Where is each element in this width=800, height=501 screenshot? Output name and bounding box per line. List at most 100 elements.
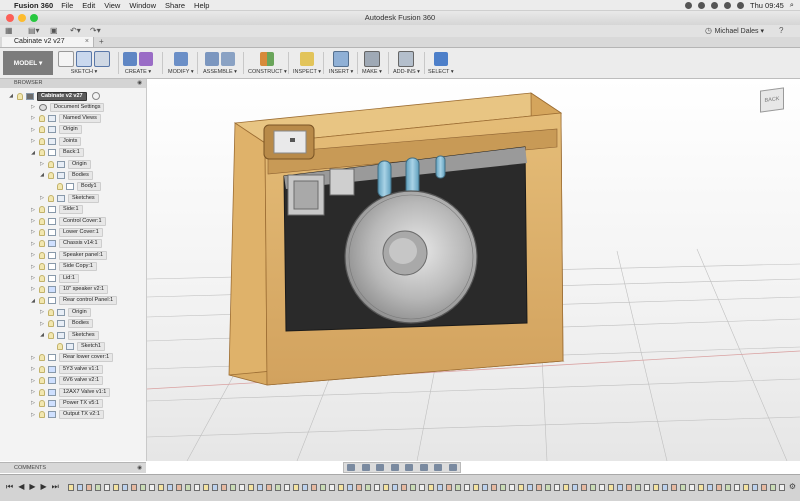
viewports-icon[interactable] [448, 464, 457, 471]
fit-icon[interactable] [405, 464, 414, 471]
tree-item[interactable]: ▷ 10" speaker v2:1 [30, 284, 109, 294]
timeline-feature-icon[interactable] [455, 484, 461, 491]
timeline-feature-icon[interactable] [482, 484, 488, 491]
timeline-feature-icon[interactable] [770, 484, 776, 491]
3d-print-icon[interactable] [363, 50, 380, 67]
expand-arrow-icon[interactable]: ▷ [30, 378, 36, 384]
timeline-feature-icon[interactable] [176, 484, 182, 491]
expand-arrow-icon[interactable]: ▷ [39, 321, 45, 327]
timeline-feature-icon[interactable] [473, 484, 479, 491]
grid-settings-icon[interactable] [434, 464, 443, 471]
expand-arrow-icon[interactable]: ▷ [30, 138, 36, 144]
select-cursor-icon[interactable] [433, 51, 448, 66]
close-tab-icon[interactable]: × [85, 37, 89, 47]
timeline-feature-icon[interactable] [194, 484, 200, 491]
panel-collapse-icon[interactable]: ◉ [137, 79, 142, 88]
timeline-feature-icon[interactable] [203, 484, 209, 491]
timeline-feature-icon[interactable] [446, 484, 452, 491]
tree-item[interactable]: ◢ Bodies [39, 170, 93, 180]
tree-item[interactable]: ▷ Lower Cover:1 [30, 227, 103, 237]
offset-plane-icon[interactable] [260, 51, 275, 66]
comments-panel[interactable]: COMMENTS ◉ [0, 462, 146, 473]
menu-file[interactable]: File [61, 1, 73, 10]
go-to-end-icon[interactable]: ⏭ [52, 482, 59, 492]
timeline-feature-icon[interactable] [284, 484, 290, 491]
expand-arrow-icon[interactable]: ▷ [30, 412, 36, 418]
scripts-addins-icon[interactable] [398, 50, 415, 67]
expand-arrow-icon[interactable]: ▷ [30, 366, 36, 372]
timeline-feature-icon[interactable] [554, 484, 560, 491]
tree-item[interactable]: ▷ Power TX v5:1 [30, 398, 103, 408]
timeline-feature-icon[interactable] [104, 484, 110, 491]
line-icon[interactable] [76, 50, 92, 67]
select-group[interactable]: SELECT ▾ [428, 50, 454, 77]
press-pull-icon[interactable] [173, 51, 188, 66]
box-icon[interactable] [123, 51, 137, 66]
timeline-feature-icon[interactable] [671, 484, 677, 491]
create-menu[interactable]: CREATE ▾ [125, 69, 151, 75]
visibility-bulb-icon[interactable] [57, 183, 63, 191]
tree-root[interactable]: ◢ Cabinate v2 v27 [8, 91, 100, 101]
timeline-feature-icon[interactable] [428, 484, 434, 491]
timeline-feature-icon[interactable] [464, 484, 470, 491]
viewport-canvas[interactable]: BACK [147, 79, 800, 461]
menu-clock[interactable]: Thu 09:45 [750, 1, 784, 10]
visibility-bulb-icon[interactable] [39, 274, 45, 282]
tree-item[interactable]: ▷ Joints [30, 136, 82, 146]
menu-window[interactable]: Window [129, 1, 156, 10]
tree-item[interactable]: Sketch1 [48, 341, 105, 351]
visibility-bulb-icon[interactable] [39, 263, 45, 271]
view-cube-face[interactable]: BACK [760, 87, 784, 113]
timeline-feature-icon[interactable] [635, 484, 641, 491]
timeline-feature-icon[interactable] [761, 484, 767, 491]
timeline-feature-icon[interactable] [77, 484, 83, 491]
collapse-arrow-icon[interactable]: ◢ [8, 93, 14, 99]
timeline-feature-icon[interactable] [734, 484, 740, 491]
menu-share[interactable]: Share [165, 1, 185, 10]
help-icon[interactable]: ? [779, 26, 783, 35]
inspect-group[interactable]: INSPECT ▾ [293, 50, 321, 77]
timeline-feature-icon[interactable] [338, 484, 344, 491]
timeline-feature-icon[interactable] [653, 484, 659, 491]
expand-arrow-icon[interactable]: ▷ [30, 400, 36, 406]
job-status-icon[interactable]: ◷ [705, 26, 712, 35]
timeline-feature-icon[interactable] [437, 484, 443, 491]
go-to-start-icon[interactable]: ⏮ [6, 482, 13, 492]
modify-group[interactable]: MODIFY ▾ [168, 50, 194, 77]
expand-arrow-icon[interactable]: ▷ [30, 286, 36, 292]
timeline-feature-icon[interactable] [140, 484, 146, 491]
timeline-feature-icon[interactable] [644, 484, 650, 491]
look-at-icon[interactable] [361, 464, 370, 471]
timeline-feature-icon[interactable] [212, 484, 218, 491]
visibility-bulb-icon[interactable] [48, 320, 54, 328]
modify-menu[interactable]: MODIFY ▾ [168, 69, 194, 75]
timeline-settings-icon[interactable]: ⚙ [789, 482, 796, 491]
tree-item[interactable]: ▷ Chassis v14:1 [30, 239, 102, 249]
menu-view[interactable]: View [104, 1, 120, 10]
timeline-feature-icon[interactable] [329, 484, 335, 491]
timeline-feature-icon[interactable] [590, 484, 596, 491]
expand-arrow-icon[interactable]: ▷ [30, 207, 36, 213]
status-icon[interactable] [685, 1, 693, 9]
tree-item[interactable]: ◢ Rear control Panel:1 [30, 296, 118, 306]
timeline-feature-icon[interactable] [356, 484, 362, 491]
timeline-feature-icon[interactable] [68, 484, 74, 491]
expand-arrow-icon[interactable]: ▷ [39, 195, 45, 201]
timeline-feature-icon[interactable] [725, 484, 731, 491]
tree-item[interactable]: ▷ 5Y3 valve v1:1 [30, 364, 104, 374]
menu-edit[interactable]: Edit [82, 1, 95, 10]
timeline-feature-icon[interactable] [158, 484, 164, 491]
measure-icon[interactable] [300, 51, 315, 66]
tree-item[interactable]: ▷ Rear lower cover:1 [30, 353, 114, 363]
timeline-feature-icon[interactable] [365, 484, 371, 491]
tree-item[interactable]: ▷ Output TX v2:1 [30, 410, 104, 420]
view-cube[interactable]: BACK [756, 85, 786, 113]
timeline-feature-icon[interactable] [392, 484, 398, 491]
assemble-group[interactable]: ASSEMBLE ▾ [203, 50, 237, 77]
timeline-feature-icon[interactable] [302, 484, 308, 491]
visibility-bulb-icon[interactable] [39, 377, 45, 385]
visibility-bulb-icon[interactable] [39, 251, 45, 259]
insert-group[interactable]: INSERT ▾ [329, 50, 353, 77]
timeline-feature-icon[interactable] [311, 484, 317, 491]
visibility-bulb-icon[interactable] [39, 228, 45, 236]
